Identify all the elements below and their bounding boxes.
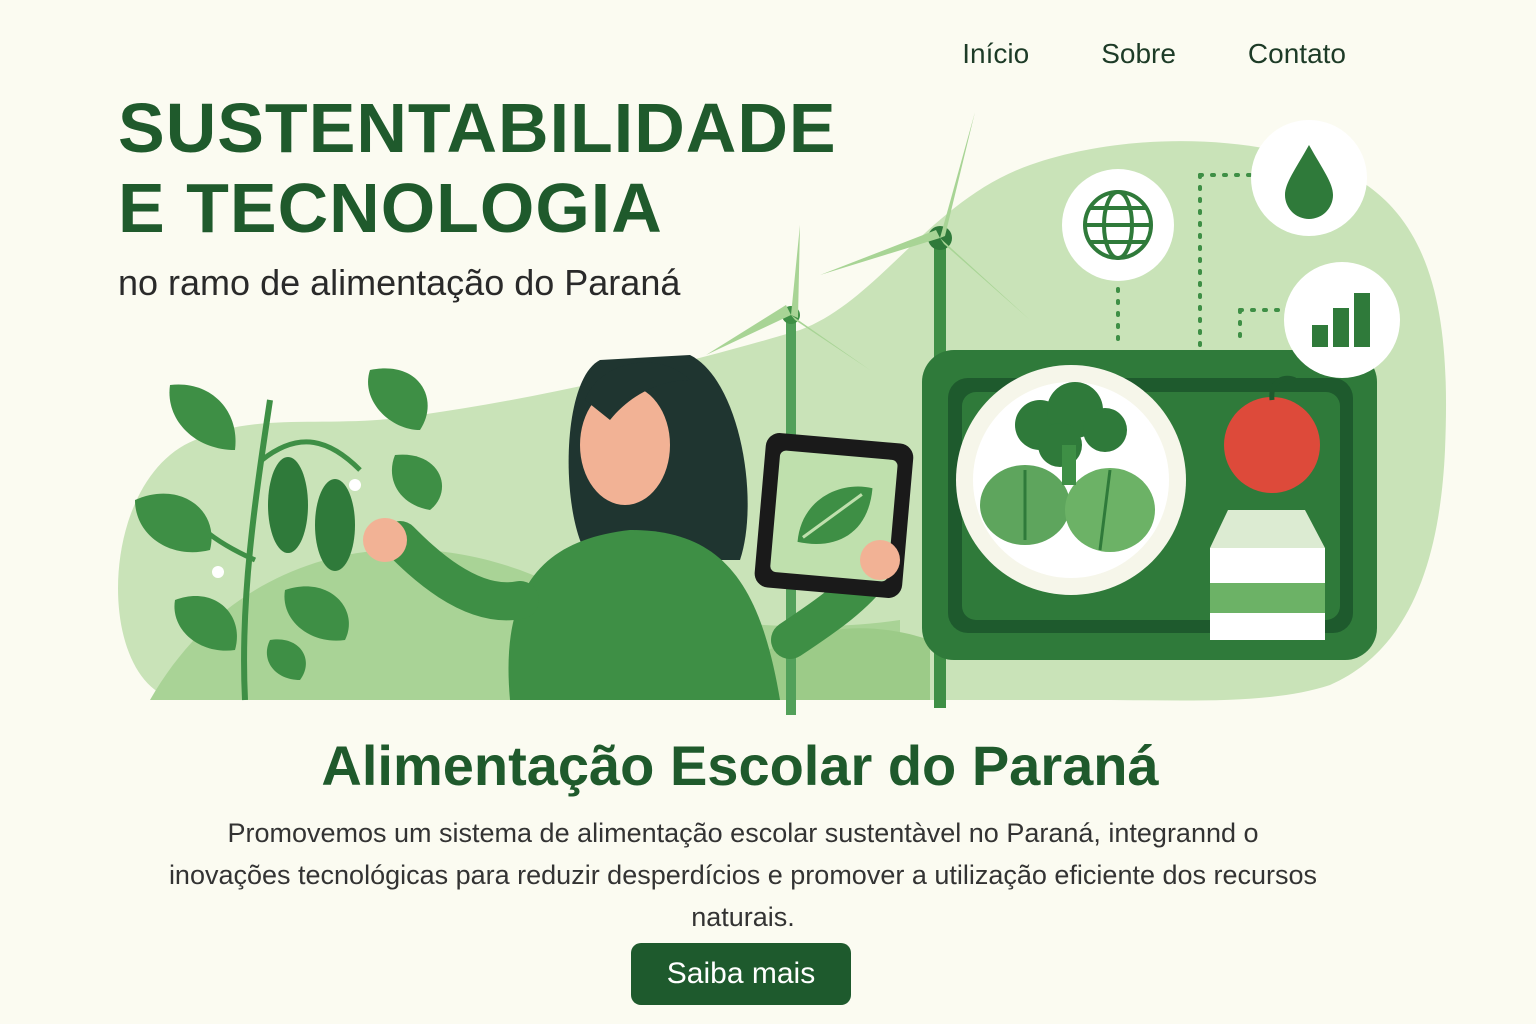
globe-icon [1062, 169, 1174, 281]
hero-illustration [118, 112, 1447, 715]
saiba-mais-button[interactable]: Saiba mais [631, 943, 851, 1005]
section-title: Alimentação Escolar do Paraná [321, 734, 1159, 797]
section-description: Promovemos um sistema de alimentação esc… [168, 818, 1318, 932]
tablet-device [754, 433, 914, 598]
water-drop-icon [1251, 120, 1367, 236]
bar-chart-icon [1284, 262, 1400, 378]
milk-carton [1210, 510, 1325, 640]
lunch-tray [922, 350, 1377, 660]
